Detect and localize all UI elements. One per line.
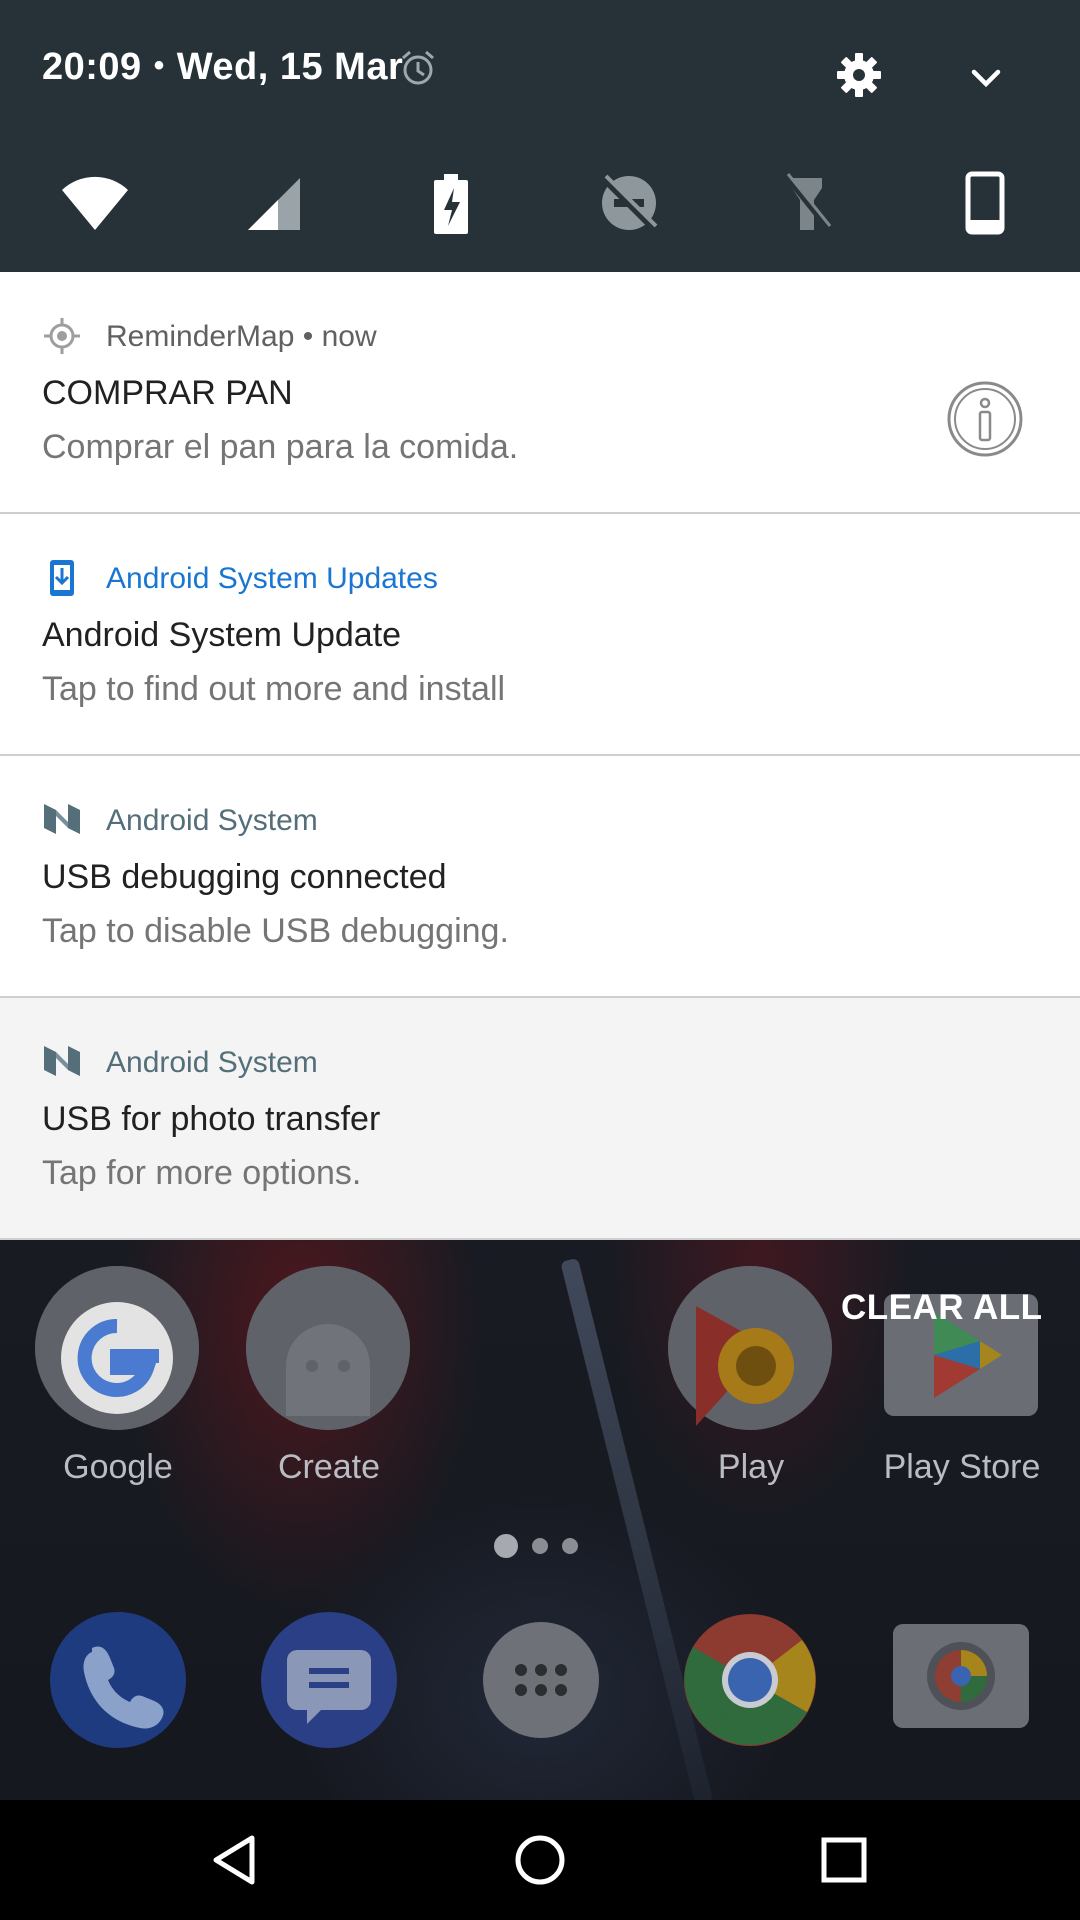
navigation-bar — [0, 1800, 1080, 1920]
notification-body: Tap to disable USB debugging. — [42, 912, 509, 950]
status-datetime[interactable]: 20:09 • Wed, 15 Mar — [42, 46, 403, 89]
quick-tile-wifi[interactable] — [60, 168, 130, 238]
android-n-icon — [44, 1046, 80, 1076]
notification-app-name: Android System Updates — [106, 562, 438, 595]
phone-icon[interactable] — [50, 1612, 186, 1748]
do-not-disturb-off-icon — [601, 174, 658, 231]
back-icon[interactable] — [206, 1830, 266, 1890]
create-folder-icon — [246, 1266, 410, 1430]
info-icon[interactable] — [946, 380, 1024, 458]
notification-usb-photo-transfer[interactable]: Android System USB for photo transfer Ta… — [0, 998, 1080, 1240]
flashlight-off-icon — [783, 173, 832, 230]
notification-title: USB for photo transfer — [42, 1100, 381, 1138]
clock-date: Wed, 15 Mar — [176, 46, 404, 88]
clock-time: 20:09 — [42, 46, 142, 88]
clock-separator: • — [153, 49, 165, 82]
clear-all-button[interactable]: CLEAR ALL — [841, 1288, 1043, 1328]
app-label-google: Google — [63, 1448, 173, 1486]
notification-time: • now — [302, 320, 377, 353]
page-indicator — [494, 1534, 594, 1558]
page-dot — [532, 1538, 548, 1554]
notification-body: Tap for more options. — [42, 1154, 362, 1192]
create-folder[interactable]: Create — [211, 1266, 411, 1506]
quick-tile-flashlight[interactable] — [772, 168, 842, 238]
quick-tile-auto-rotate[interactable] — [950, 168, 1020, 238]
notification-list: ReminderMap • now COMPRAR PAN Comprar el… — [0, 272, 1080, 1240]
play-folder[interactable]: Play — [633, 1266, 833, 1506]
app-name-text: ReminderMap — [106, 320, 295, 353]
notification-title: COMPRAR PAN — [42, 374, 293, 412]
cellular-signal-icon — [248, 178, 300, 230]
recents-icon[interactable] — [814, 1830, 874, 1890]
notification-usb-debugging[interactable]: Android System USB debugging connected T… — [0, 756, 1080, 998]
google-folder[interactable]: Google — [0, 1266, 200, 1506]
app-label-play-store: Play Store — [883, 1448, 1041, 1486]
notification-remindermap[interactable]: ReminderMap • now COMPRAR PAN Comprar el… — [0, 272, 1080, 514]
android-n-icon — [44, 804, 80, 834]
messages-icon[interactable] — [261, 1612, 397, 1748]
quick-settings-header: 20:09 • Wed, 15 Mar — [0, 0, 1080, 272]
quick-tile-do-not-disturb[interactable] — [594, 168, 664, 238]
expand-chevron-down-icon[interactable] — [964, 56, 1008, 100]
app-label-play: Play — [717, 1448, 785, 1486]
notification-body: Comprar el pan para la comida. — [42, 428, 519, 466]
alarm-icon — [402, 50, 434, 85]
chrome-icon[interactable] — [682, 1612, 818, 1748]
system-update-icon — [50, 560, 74, 596]
location-crosshair-icon — [44, 318, 80, 354]
notification-app-name: Android System — [106, 1046, 318, 1079]
notification-app-name: ReminderMap • now — [106, 320, 377, 354]
notification-system-update[interactable]: Android System Updates Android System Up… — [0, 514, 1080, 756]
wifi-icon — [62, 176, 128, 230]
play-folder-icon — [668, 1266, 832, 1430]
quick-tile-cellular[interactable] — [238, 168, 308, 238]
settings-gear-icon[interactable] — [834, 50, 884, 100]
notification-title: Android System Update — [42, 616, 402, 654]
battery-saver-icon — [434, 174, 468, 234]
notification-title: USB debugging connected — [42, 858, 447, 896]
app-label-create: Create — [277, 1448, 381, 1486]
auto-rotate-portrait-icon — [965, 171, 1005, 235]
notification-body: Tap to find out more and install — [42, 670, 506, 708]
app-drawer-icon[interactable] — [483, 1622, 599, 1738]
notification-app-name: Android System — [106, 804, 318, 837]
page-dot — [562, 1538, 578, 1554]
google-folder-icon — [35, 1266, 199, 1430]
page-dot-active — [494, 1534, 518, 1558]
camera-icon[interactable] — [893, 1624, 1029, 1728]
quick-tile-battery-saver[interactable] — [416, 168, 486, 238]
home-icon[interactable] — [510, 1830, 570, 1890]
